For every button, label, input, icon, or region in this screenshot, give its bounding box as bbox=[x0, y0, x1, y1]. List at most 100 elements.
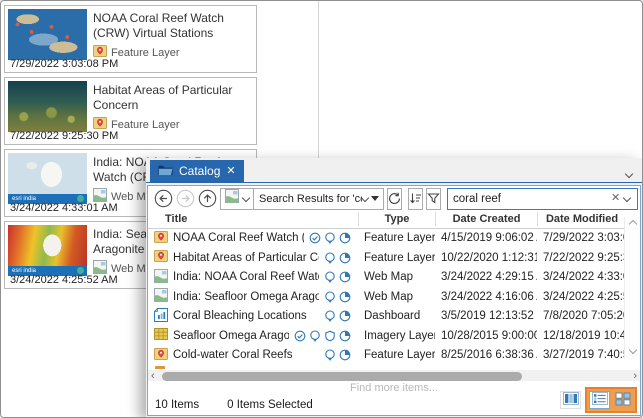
columns-view-button[interactable] bbox=[560, 391, 581, 409]
feature-layer-icon bbox=[154, 249, 168, 266]
clear-icon[interactable]: ✕ bbox=[611, 193, 620, 204]
location-type-dropdown[interactable] bbox=[221, 189, 254, 209]
table-row[interactable]: India: Seafloor Omega Aragonite... Web M… bbox=[148, 287, 625, 307]
subscriber-badge-icon bbox=[339, 291, 351, 303]
row-type: Web Map bbox=[358, 291, 435, 303]
card-type-label: Feature Layer bbox=[111, 47, 179, 59]
row-date-modified: 12/18/2019 10:45:04 AM bbox=[537, 330, 626, 342]
living-atlas-badge-icon bbox=[324, 310, 336, 322]
catalog-card[interactable]: Habitat Areas of Particular Concern Feat… bbox=[4, 77, 257, 145]
thumbnails-view-button[interactable] bbox=[612, 391, 633, 409]
column-header-date-created[interactable]: Date Created bbox=[435, 212, 537, 226]
row-type: Feature Layer bbox=[358, 252, 435, 264]
panel-divider bbox=[318, 1, 319, 159]
horizontal-scrollbar[interactable]: ‹ › bbox=[148, 370, 640, 381]
row-title: India: Seafloor Omega Aragonite... bbox=[173, 291, 319, 303]
table-row[interactable]: NOAA Coral Reef Watch (CR... Feature Lay… bbox=[148, 229, 625, 249]
items-count: 10 Items bbox=[155, 399, 199, 411]
row-title: Habitat Areas of Particular Conce... bbox=[173, 252, 319, 264]
pane-content: Search Results for 'cora... ✕ Title Type… bbox=[147, 185, 641, 416]
living-atlas-badge-icon bbox=[324, 252, 336, 264]
status-bar: 10 Items 0 Items Selected bbox=[148, 395, 640, 415]
filter-icon[interactable] bbox=[426, 188, 441, 210]
scrollbar-thumb[interactable] bbox=[162, 372, 522, 381]
table-row[interactable]: Seafloor Omega Aragonite... Imagery Laye… bbox=[148, 326, 625, 346]
row-type: Feature Layer bbox=[358, 349, 435, 361]
table-header: Title Type Date Created Date Modified bbox=[148, 211, 625, 229]
dashboard-icon bbox=[154, 308, 168, 325]
pane-tab-bar: Catalog ✕ bbox=[146, 158, 642, 183]
subscriber-badge-icon bbox=[339, 310, 351, 322]
chevron-down-icon[interactable] bbox=[623, 193, 631, 201]
column-header-title[interactable]: Title bbox=[148, 212, 358, 226]
row-date-modified: 3/27/2019 7:40:52 AM bbox=[537, 349, 626, 361]
item-thumbnail bbox=[8, 9, 87, 60]
row-date-created: 10/22/2020 1:12:31 PM bbox=[435, 252, 537, 264]
view-buttons-highlight bbox=[585, 387, 637, 413]
row-date-created: 8/25/2016 6:38:36 AM bbox=[435, 349, 537, 361]
card-type-label: Feature Layer bbox=[111, 119, 179, 131]
item-thumbnail: esri india bbox=[8, 153, 87, 204]
table-row[interactable]: Coral Bleaching Locations Dashboard 3/5/… bbox=[148, 307, 625, 327]
list-view-button[interactable] bbox=[589, 391, 610, 409]
imagery-layer-icon bbox=[154, 327, 168, 344]
refresh-icon[interactable] bbox=[387, 188, 402, 210]
card-title: Habitat Areas of Particular Concern bbox=[93, 83, 255, 113]
premium-badge-icon bbox=[324, 330, 336, 342]
scroll-right-icon[interactable]: › bbox=[633, 370, 637, 383]
search-input[interactable] bbox=[453, 193, 607, 205]
column-header-date-modified[interactable]: Date Modified bbox=[537, 212, 626, 226]
pane-menu-chevron-down-icon[interactable] bbox=[626, 166, 632, 184]
row-title: Seafloor Omega Aragonite... bbox=[173, 330, 289, 342]
scroll-up-icon[interactable] bbox=[629, 220, 637, 228]
close-icon[interactable]: ✕ bbox=[226, 166, 235, 177]
web-map-icon bbox=[225, 189, 239, 208]
table-row[interactable]: India: NOAA Coral Reef Watch (C... Web M… bbox=[148, 268, 625, 288]
living-atlas-badge-icon bbox=[324, 349, 336, 361]
card-title: NOAA Coral Reef Watch (CRW) Virtual Stat… bbox=[93, 11, 255, 41]
row-title: NOAA Coral Reef Watch (CR... bbox=[173, 232, 304, 244]
catalog-card[interactable]: NOAA Coral Reef Watch (CRW) Virtual Stat… bbox=[4, 5, 257, 73]
scroll-down-icon[interactable] bbox=[629, 346, 637, 354]
row-date-created: 4/15/2019 9:06:02 AM bbox=[435, 232, 537, 244]
row-type: Dashboard bbox=[358, 310, 435, 322]
table-row[interactable]: Cold-water Coral Reefs Feature Layer 8/2… bbox=[148, 346, 625, 366]
app-window: NOAA Coral Reef Watch (CRW) Virtual Stat… bbox=[0, 0, 643, 418]
row-date-created: 3/24/2022 4:29:15 AM bbox=[435, 271, 537, 283]
forward-icon[interactable] bbox=[176, 189, 195, 208]
living-atlas-badge-icon bbox=[324, 271, 336, 283]
row-date-modified: 7/22/2022 9:25:30 PM bbox=[537, 252, 626, 264]
tab-catalog[interactable]: Catalog ✕ bbox=[150, 160, 244, 182]
authoritative-badge-icon bbox=[294, 330, 306, 342]
dropdown-icon[interactable] bbox=[371, 196, 379, 201]
living-atlas-badge-icon bbox=[309, 330, 321, 342]
row-date-modified: 3/24/2022 4:33:01 AM bbox=[537, 271, 626, 283]
row-date-created: 3/5/2019 12:13:52 PM bbox=[435, 310, 537, 322]
card-date: 7/22/2022 9:25:30 PM bbox=[10, 130, 118, 142]
thumbnails-view-icon bbox=[615, 392, 631, 409]
row-date-created: 3/24/2022 4:16:06 AM bbox=[435, 291, 537, 303]
vertical-scrollbar[interactable] bbox=[624, 217, 640, 359]
tab-label: Catalog bbox=[179, 164, 220, 178]
back-icon[interactable] bbox=[154, 189, 173, 208]
catalog-folder-icon bbox=[158, 164, 173, 179]
living-atlas-badge-icon bbox=[324, 291, 336, 303]
row-date-created: 10/28/2015 9:00:00 AM bbox=[435, 330, 537, 342]
row-type: Web Map bbox=[358, 271, 435, 283]
catalog-pane: Catalog ✕ Search Results for 'cora... bbox=[146, 158, 642, 417]
sort-icon[interactable] bbox=[408, 188, 423, 210]
catalog-toolbar: Search Results for 'cora... ✕ bbox=[148, 186, 640, 211]
chevron-down-icon[interactable] bbox=[361, 193, 369, 201]
up-icon[interactable] bbox=[198, 189, 217, 208]
column-header-type[interactable]: Type bbox=[358, 212, 435, 226]
scroll-left-icon[interactable]: ‹ bbox=[151, 370, 155, 383]
location-combobox[interactable]: Search Results for 'cora... bbox=[220, 188, 384, 210]
item-thumbnail bbox=[8, 81, 87, 132]
list-view-icon bbox=[592, 392, 608, 408]
view-toggle-group bbox=[560, 387, 637, 413]
row-type: Feature Layer bbox=[358, 232, 435, 244]
authoritative-badge-icon bbox=[309, 232, 321, 244]
card-date: 3/24/2022 4:25:52 AM bbox=[10, 274, 118, 286]
table-row[interactable]: Habitat Areas of Particular Conce... Fea… bbox=[148, 248, 625, 268]
row-date-modified: 7/8/2020 7:05:20 PM bbox=[537, 310, 626, 322]
